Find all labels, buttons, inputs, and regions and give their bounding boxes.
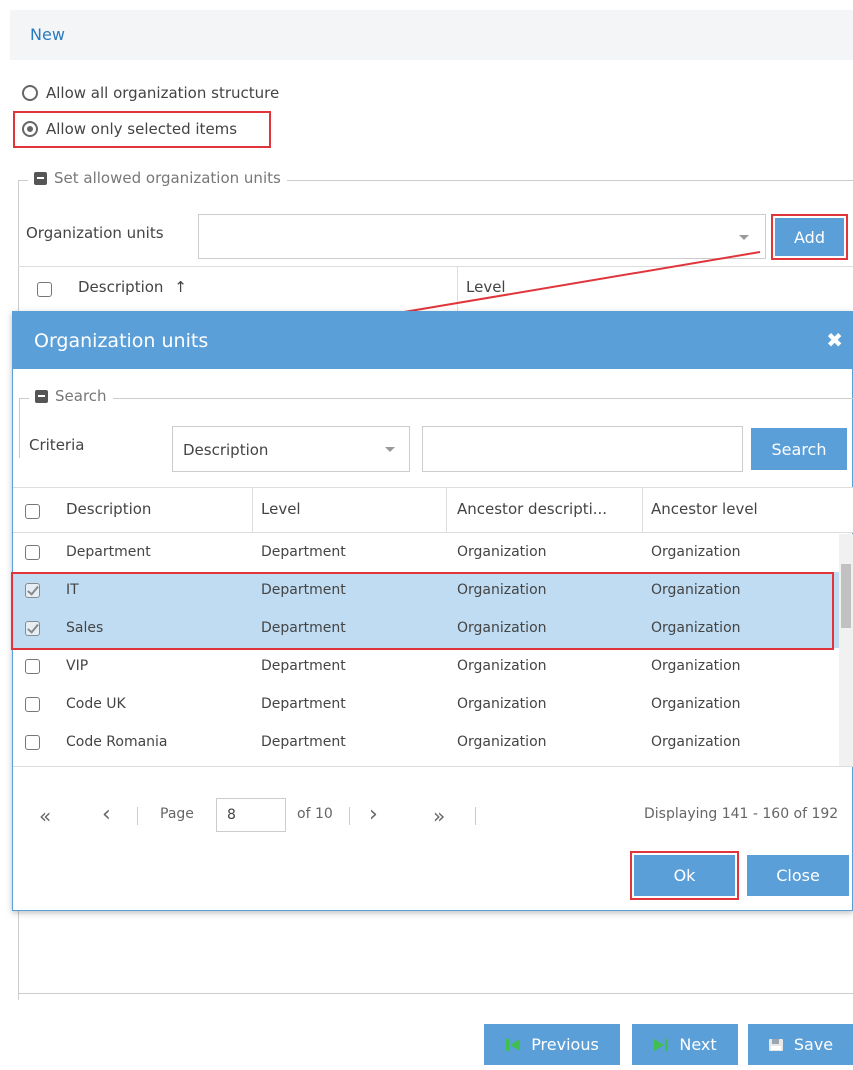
scrollbar-track[interactable] (839, 534, 853, 766)
pager-separator (475, 807, 476, 825)
cell-ancestor-description: Organization (457, 658, 547, 674)
page-number-input[interactable]: 8 (216, 798, 286, 832)
cell-level: Department (261, 544, 346, 560)
table-row[interactable]: Code Romania Department Organization Organi… (13, 724, 839, 762)
next-page-icon[interactable]: › (369, 802, 378, 827)
close-icon[interactable]: ✖ (826, 328, 843, 352)
table-row[interactable]: Department Department Organization Organiza… (13, 534, 839, 572)
cell-ancestor-description: Organization (457, 696, 547, 712)
cell-ancestor-description: Organization (457, 734, 547, 750)
ok-button[interactable]: Ok (634, 855, 735, 896)
page-number-value: 8 (227, 807, 236, 823)
close-button[interactable]: Close (747, 855, 849, 896)
col-ancestor-level[interactable]: Ancestor level (651, 500, 758, 518)
page-label: Page (160, 806, 194, 822)
col-level[interactable]: Level (261, 500, 301, 518)
next-icon (654, 1038, 669, 1051)
search-input[interactable] (422, 426, 743, 472)
prev-page-icon[interactable]: ‹ (102, 802, 111, 827)
highlight-box (11, 572, 834, 650)
cell-level: Department (261, 658, 346, 674)
save-icon (768, 1038, 783, 1051)
dialog-title: Organization units (34, 330, 209, 352)
cell-description: Code UK (66, 696, 126, 712)
column-divider (252, 487, 253, 533)
search-legend[interactable]: Search (29, 387, 113, 405)
cell-ancestor-description: Organization (457, 544, 547, 560)
row-checkbox[interactable] (25, 697, 40, 712)
cell-ancestor-level: Organization (651, 544, 741, 560)
scrollbar-thumb[interactable] (841, 564, 851, 628)
criteria-value: Description (183, 441, 269, 459)
org-units-dialog: Organization units ✖ Search Criteria Des… (11, 311, 853, 911)
row-checkbox[interactable] (25, 659, 40, 674)
table-row[interactable]: VIP Department Organization Organization (13, 648, 839, 686)
cell-ancestor-level: Organization (651, 696, 741, 712)
criteria-label: Criteria (29, 436, 85, 454)
search-button[interactable]: Search (751, 428, 847, 470)
grid-body[interactable]: Department Department Organization Organiza… (13, 534, 839, 766)
search-fieldset-left (19, 398, 20, 458)
column-divider (642, 487, 643, 533)
cell-description: Department (66, 544, 151, 560)
search-legend-label: Search (55, 387, 107, 405)
col-description[interactable]: Description (66, 500, 151, 518)
previous-label: Previous (531, 1035, 599, 1054)
pager-separator (137, 807, 138, 825)
cell-level: Department (261, 696, 346, 712)
display-count: Displaying 141 - 160 of 192 (644, 806, 839, 822)
cell-ancestor-level: Organization (651, 734, 741, 750)
row-checkbox[interactable] (25, 735, 40, 750)
select-all-checkbox[interactable] (25, 504, 40, 519)
column-divider (446, 487, 447, 533)
last-page-icon[interactable]: » (433, 804, 445, 828)
cell-description: Code Romania (66, 734, 168, 750)
cell-ancestor-level: Organization (651, 658, 741, 674)
cell-level: Department (261, 734, 346, 750)
next-label: Next (679, 1035, 717, 1054)
page-count: of 10 (297, 806, 333, 822)
previous-button[interactable]: Previous (484, 1024, 620, 1065)
dialog-title-bar: Organization units ✖ (13, 312, 853, 369)
table-row[interactable]: Code UK Department Organization Organizatio… (13, 686, 839, 724)
collapse-icon[interactable] (35, 389, 48, 403)
previous-icon (506, 1038, 521, 1051)
search-fieldset-border (19, 398, 853, 399)
first-page-icon[interactable]: « (39, 804, 51, 828)
pager-separator (349, 807, 350, 825)
cell-description: VIP (66, 658, 89, 674)
chevron-down-icon[interactable] (385, 447, 395, 452)
row-checkbox[interactable] (25, 545, 40, 560)
criteria-select[interactable]: Description (172, 426, 410, 472)
col-ancestor-description[interactable]: Ancestor descripti... (457, 500, 607, 518)
pager-border (13, 766, 853, 767)
save-button[interactable]: Save (748, 1024, 853, 1065)
save-label: Save (793, 1035, 834, 1054)
next-button[interactable]: Next (632, 1024, 738, 1065)
